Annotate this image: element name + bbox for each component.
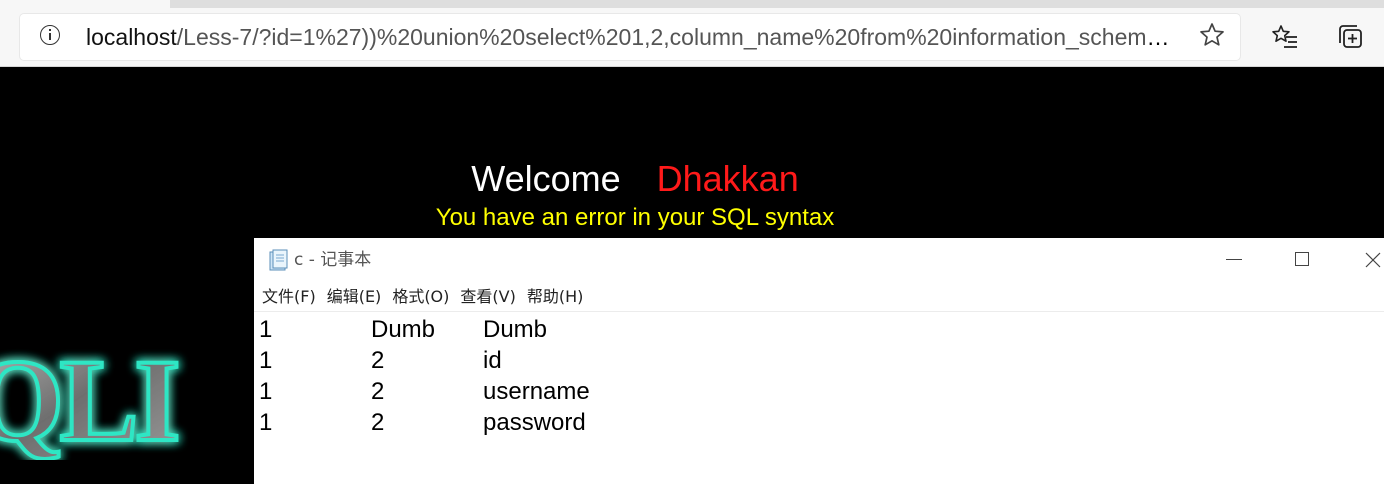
menu-format[interactable]: 格式(O) [384,284,452,310]
url-text[interactable]: localhost/Less-7/?id=1%27))%20union%20se… [86,21,1176,53]
menu-view[interactable]: 查看(V) [452,284,518,310]
menu-file[interactable]: 文件(F) [254,284,319,310]
notepad-window[interactable]: c - 记事本 文件(F) 编辑(E) 格式(O) 查看(V) 帮助(H) 1 … [254,238,1384,484]
text-cell: Dumb [371,316,436,343]
minimize-icon[interactable] [1204,238,1264,282]
logo-text: QLI [0,335,176,460]
text-cell: 2 [371,378,385,405]
notepad-app-icon [269,249,288,271]
tab-strip [0,0,1384,8]
text-cell: 1 [259,378,273,405]
collections-icon[interactable] [1336,22,1366,52]
text-cell: 1 [259,347,273,374]
notepad-text-area[interactable]: 1 Dumb Dumb 1 2 id 1 2 username 1 2 pass… [254,314,1384,438]
text-cell: 1 [259,316,273,343]
welcome-text: Welcome [471,158,621,199]
text-line: 1 2 password [254,407,1384,438]
text-line: 1 2 id [254,345,1384,376]
welcome-line: Welcome Dhakkan [0,157,1270,201]
text-cell: id [483,347,502,374]
text-cell: username [483,378,590,405]
text-cell: 2 [371,347,385,374]
active-tab-edge [0,0,170,8]
text-cell: 2 [371,409,385,436]
welcome-name: Dhakkan [656,158,799,199]
menu-help[interactable]: 帮助(H) [519,284,587,310]
menu-divider [254,311,1384,312]
notepad-menu-bar: 文件(F) 编辑(E) 格式(O) 查看(V) 帮助(H) [254,284,586,310]
info-icon[interactable] [40,25,60,45]
favorite-star-icon[interactable] [1198,20,1226,50]
close-icon[interactable] [1344,238,1384,282]
url-path: /Less-7/?id=1%27))%20union%20select%201,… [176,24,1176,50]
sqli-logo: QLI [0,333,182,460]
notepad-title: c - 记事本 [294,250,372,270]
maximize-icon[interactable] [1272,238,1332,282]
browser-toolbar: localhost/Less-7/?id=1%27))%20union%20se… [0,8,1384,67]
url-host: localhost [86,24,177,50]
favorites-list-icon[interactable] [1270,22,1300,52]
text-cell: Dumb [483,316,548,343]
text-cell: password [483,409,586,436]
menu-edit[interactable]: 编辑(E) [319,284,385,310]
address-bar[interactable]: localhost/Less-7/?id=1%27))%20union%20se… [20,14,1240,60]
text-cell: 1 [259,409,273,436]
sql-error-message: You have an error in your SQL syntax [435,204,835,231]
text-line: 1 Dumb Dumb [254,314,1384,345]
text-line: 1 2 username [254,376,1384,407]
notepad-title-bar[interactable]: c - 记事本 [254,238,1384,282]
